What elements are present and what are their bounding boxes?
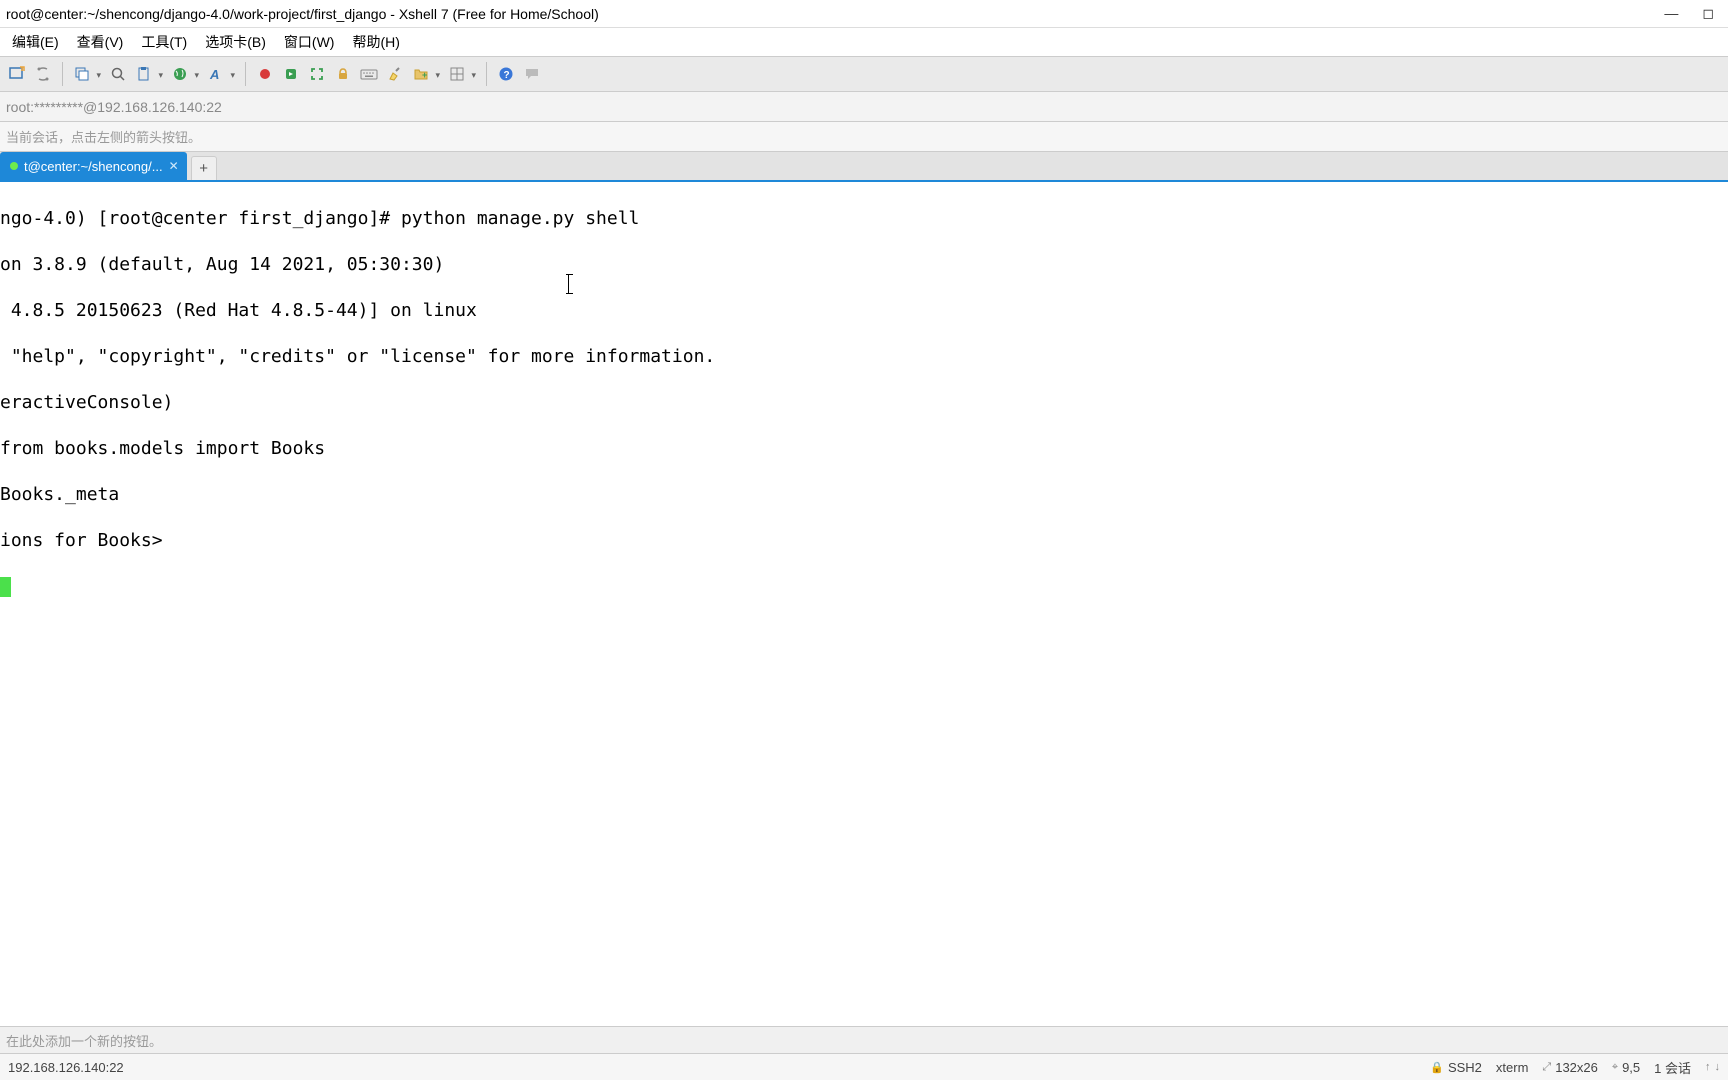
menu-help[interactable]: 帮助(H) (344, 29, 407, 55)
fullscreen-icon[interactable] (306, 63, 328, 85)
terminal-line: Books._meta (0, 483, 1728, 506)
status-session: 1 会话 (1654, 1058, 1691, 1077)
session-tab[interactable]: t@center:~/shencong/... ✕ (0, 152, 187, 180)
terminal-prompt-line (0, 575, 1728, 598)
lock-icon[interactable] (332, 63, 354, 85)
bottom-hint-text: 在此处添加一个新的按钮。 (6, 1031, 162, 1050)
dimensions-icon: ⤢ (1542, 1061, 1551, 1074)
svg-text:+: + (422, 70, 427, 80)
window-controls: — ◻ (1664, 5, 1714, 22)
terminal-line: on 3.8.9 (default, Aug 14 2021, 05:30:30… (0, 253, 1728, 276)
terminal-line: "help", "copyright", "credits" or "licen… (0, 345, 1728, 368)
status-ssh: SSH2 (1448, 1060, 1482, 1075)
menu-tools[interactable]: 工具(T) (133, 29, 195, 55)
tab-bar: t@center:~/shencong/... ✕ + (0, 152, 1728, 182)
paste-icon[interactable] (133, 63, 155, 85)
speech-bubble-icon[interactable] (521, 63, 543, 85)
connect-icon[interactable] (32, 63, 54, 85)
layout-icon[interactable] (446, 63, 468, 85)
titlebar: root@center:~/shencong/django-4.0/work-p… (0, 0, 1728, 28)
menu-tabs[interactable]: 选项卡(B) (197, 29, 274, 55)
down-arrow-icon[interactable]: ↓ (1715, 1061, 1721, 1073)
terminal-line: ngo-4.0) [root@center first_django]# pyt… (0, 207, 1728, 230)
maximize-button[interactable]: ◻ (1702, 5, 1714, 22)
terminal-line: 4.8.5 20150623 (Red Hat 4.8.5-44)] on li… (0, 299, 1728, 322)
record-icon[interactable] (254, 63, 276, 85)
status-size-segment: ⤢ 132x26 (1542, 1060, 1597, 1075)
copy-icon[interactable] (71, 63, 93, 85)
font-icon[interactable]: A (205, 63, 227, 85)
toolbar: A + ? (0, 56, 1728, 92)
sessions-hint-text: 当前会话，点击左侧的箭头按钮。 (6, 127, 201, 146)
new-folder-icon[interactable]: + (410, 63, 432, 85)
menu-edit[interactable]: 编辑(E) (4, 29, 67, 55)
status-term-segment: xterm (1496, 1060, 1529, 1075)
add-tab-button[interactable]: + (191, 156, 217, 180)
terminal-line: from books.models import Books (0, 437, 1728, 460)
status-term: xterm (1496, 1060, 1529, 1075)
toolbar-separator (62, 62, 63, 86)
cursor-pos-icon: ⌖ (1612, 1061, 1618, 1074)
status-cursor: 9,5 (1622, 1060, 1640, 1075)
connection-status-icon (10, 162, 18, 170)
terminal[interactable]: ngo-4.0) [root@center first_django]# pyt… (0, 182, 1728, 1026)
status-arrows: ↑ ↓ (1705, 1061, 1720, 1073)
status-bar: 192.168.126.140:22 🔒 SSH2 xterm ⤢ 132x26… (0, 1054, 1728, 1080)
close-tab-icon[interactable]: ✕ (169, 159, 179, 173)
menubar: 编辑(E) 查看(V) 工具(T) 选项卡(B) 窗口(W) 帮助(H) (0, 28, 1728, 56)
search-icon[interactable] (107, 63, 129, 85)
highlight-icon[interactable] (384, 63, 406, 85)
padlock-icon: 🔒 (1430, 1061, 1444, 1074)
stop-play-icon[interactable] (280, 63, 302, 85)
keyboard-icon[interactable] (358, 63, 380, 85)
svg-text:A: A (209, 67, 219, 82)
menu-window[interactable]: 窗口(W) (276, 29, 343, 55)
sessions-hint-bar: 当前会话，点击左侧的箭头按钮。 (0, 122, 1728, 152)
status-host: 192.168.126.140:22 (8, 1060, 1430, 1075)
bottom-hint-bar[interactable]: 在此处添加一个新的按钮。 (0, 1026, 1728, 1054)
toolbar-separator (486, 62, 487, 86)
terminal-line: eractiveConsole) (0, 391, 1728, 414)
new-session-icon[interactable] (6, 63, 28, 85)
minimize-button[interactable]: — (1664, 5, 1678, 22)
status-cursor-segment: ⌖ 9,5 (1612, 1060, 1640, 1075)
toolbar-separator (245, 62, 246, 86)
ibeam-cursor-icon (568, 274, 569, 294)
window-title: root@center:~/shencong/django-4.0/work-p… (6, 6, 1664, 22)
tab-label: t@center:~/shencong/... (24, 159, 163, 174)
up-arrow-icon[interactable]: ↑ (1705, 1061, 1711, 1073)
menu-view[interactable]: 查看(V) (69, 29, 132, 55)
address-bar[interactable]: root:*********@192.168.126.140:22 (0, 92, 1728, 122)
address-text: root:*********@192.168.126.140:22 (6, 99, 222, 115)
status-session-segment: 1 会话 (1654, 1058, 1691, 1077)
svg-text:?: ? (504, 70, 510, 81)
status-ssh-segment: 🔒 SSH2 (1430, 1060, 1482, 1075)
terminal-line: ions for Books> (0, 529, 1728, 552)
help-icon[interactable]: ? (495, 63, 517, 85)
terminal-cursor-icon (0, 577, 11, 597)
status-right: 🔒 SSH2 xterm ⤢ 132x26 ⌖ 9,5 1 会话 ↑ ↓ (1430, 1058, 1720, 1077)
status-size: 132x26 (1555, 1060, 1598, 1075)
globe-icon[interactable] (169, 63, 191, 85)
